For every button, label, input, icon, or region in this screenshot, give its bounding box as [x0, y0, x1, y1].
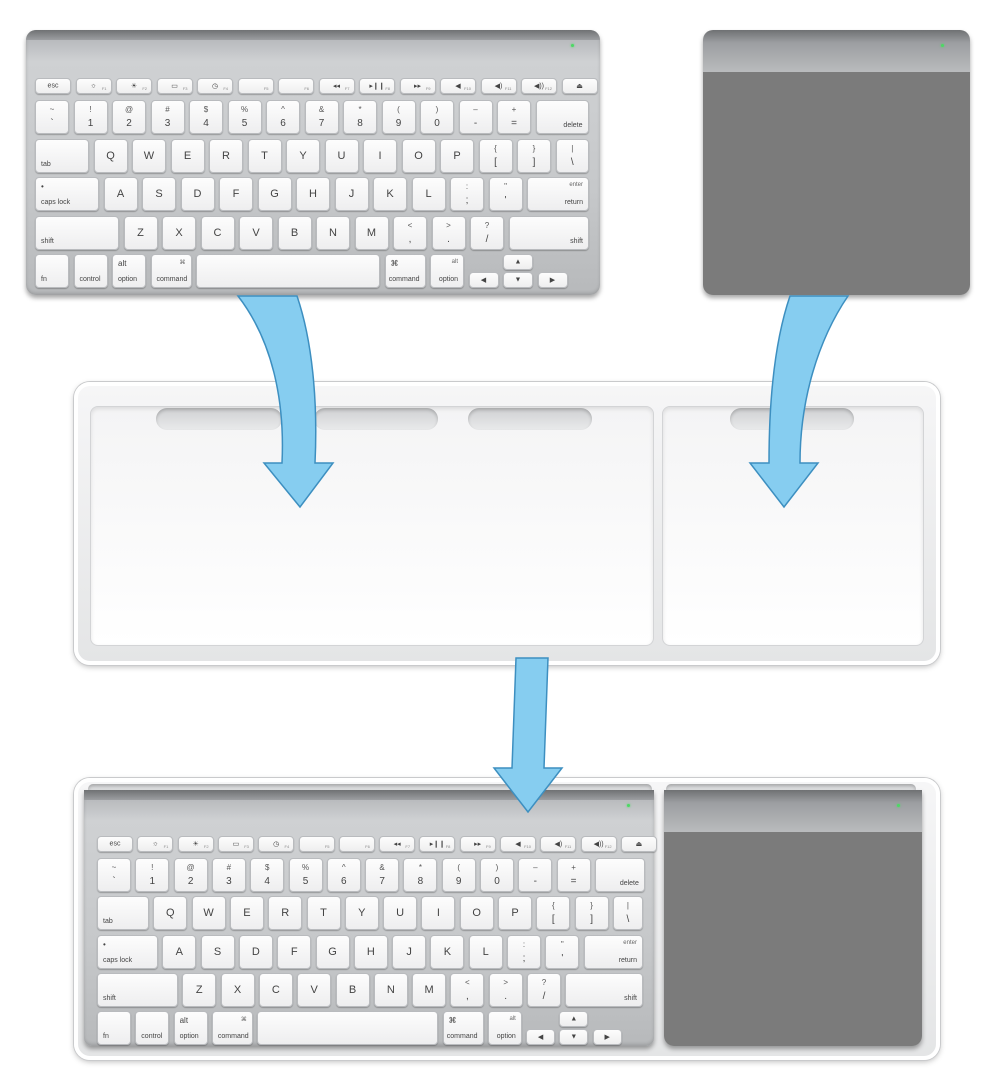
- insertion-arrows: [236, 295, 850, 814]
- assembly-arrow: [492, 657, 564, 814]
- trackpad-insert-arrow: [748, 295, 850, 509]
- keyboard-insert-arrow: [236, 295, 335, 509]
- arrows-layer: [236, 295, 850, 814]
